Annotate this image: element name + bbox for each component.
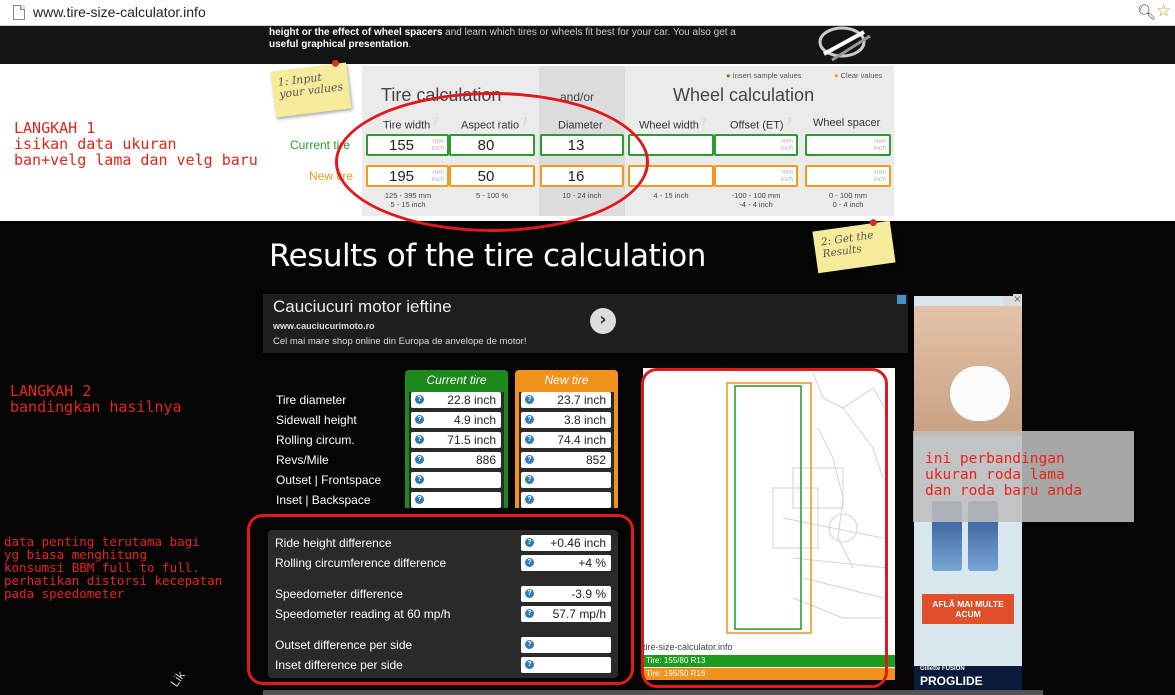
intro-bold-1: height or the effect of wheel spacers xyxy=(269,27,443,38)
current-revs-value: ? 886 xyxy=(411,452,501,468)
current-outset-value: ? xyxy=(411,472,501,488)
new-tire-tab: New tire xyxy=(515,370,618,390)
insert-sample-link[interactable]: ● Insert sample values xyxy=(726,71,801,80)
results-title: Results of the tire calculation xyxy=(269,238,706,274)
comparison-note: ini perbandingan ukuran roda lama dan ro… xyxy=(925,451,1083,499)
offset-range: -100 - 100 mm -4 - 4 inch xyxy=(731,191,781,209)
wheel-width-range: 4 - 15 inch xyxy=(653,191,689,200)
ad-site[interactable]: www.cauciucurimoto.ro xyxy=(273,321,375,331)
help-icon[interactable]: ? xyxy=(415,395,424,404)
current-inset-value: ? xyxy=(411,492,501,508)
bookmark-star-icon[interactable]: ☆ xyxy=(1156,1,1171,21)
help-icon[interactable]: ? xyxy=(525,495,534,504)
ad-cta-button[interactable]: AFLĂ MAI MULTE ACUM xyxy=(922,594,1014,624)
new-wheel-spacer-field[interactable]: mm inch xyxy=(805,165,891,187)
new-circum-value: ? 74.4 inch xyxy=(521,432,611,448)
help-icon[interactable]: ? xyxy=(415,435,424,444)
help-icon[interactable]: ? xyxy=(525,475,534,484)
sidewall-height-label: Sidewall height xyxy=(276,413,357,427)
url-text[interactable]: www.tire-size-calculator.info xyxy=(33,4,206,20)
help-icon[interactable]: ? xyxy=(415,495,424,504)
wheel-spacer-range: 0 - 100 mm 0 - 4 inch xyxy=(829,191,867,209)
revs-mile-label: Revs/Mile xyxy=(276,453,329,467)
tire-diameter-label: Tire diameter xyxy=(276,393,347,407)
current-wheel-spacer-field[interactable]: mm inch xyxy=(805,134,891,156)
help-icon[interactable]: ? xyxy=(415,415,424,424)
new-offset-field[interactable]: mm inch xyxy=(714,165,798,187)
new-sidewall-value: ? 3.8 inch xyxy=(521,412,611,428)
step-2-note: LANGKAH 2 bandingkan hasilnya xyxy=(10,382,182,416)
adchoices-icon[interactable] xyxy=(897,295,906,304)
new-revs-value: ? 852 xyxy=(521,452,611,468)
current-column-inner xyxy=(409,392,504,508)
current-circum-value: ? 71.5 inch xyxy=(411,432,501,448)
new-diameter-value: ? 23.7 inch xyxy=(521,392,611,408)
sticky-note-input: 1: Input your values xyxy=(270,59,352,118)
unit-mm-inch: mm inch xyxy=(780,138,793,152)
clear-values-link[interactable]: ● Clear values xyxy=(834,71,882,80)
horizontal-scrollbar[interactable] xyxy=(263,690,1043,695)
new-inset-value: ? xyxy=(521,492,611,508)
offset-header: Offset (ET)❔ xyxy=(730,117,794,132)
rolling-circum-label: Rolling circum. xyxy=(276,433,355,447)
wheel-width-header: Wheel width❔ xyxy=(639,117,709,132)
new-column-inner xyxy=(519,392,614,508)
ad-headline[interactable]: Cauciucuri motor ieftine xyxy=(273,297,452,317)
close-icon[interactable]: × xyxy=(1013,294,1022,306)
help-icon[interactable]: ? xyxy=(525,395,534,404)
site-header: height or the effect of wheel spacers an… xyxy=(0,26,1175,64)
unit-mm-inch: mm inch xyxy=(873,138,886,152)
page-icon xyxy=(13,5,25,20)
fuel-consumption-note: data penting terutama bagi yg biasa meng… xyxy=(4,534,223,601)
help-icon[interactable]: ? xyxy=(415,455,424,464)
adchoices-icon[interactable] xyxy=(1003,296,1013,306)
unit-mm-inch: mm inch xyxy=(873,169,886,183)
browser-address-bar[interactable]: www.tire-size-calculator.info 🔍︎ ☆ xyxy=(0,0,1175,26)
help-icon[interactable]: ? xyxy=(415,475,424,484)
ad-foam-shape xyxy=(950,366,1010,421)
current-tire-tab: Current tire xyxy=(405,370,508,390)
wheel-spacer-header: Wheel spacer xyxy=(813,117,881,129)
clear-values-label[interactable]: Clear values xyxy=(841,71,883,80)
orange-dot-icon: ● xyxy=(834,71,839,80)
current-diameter-value: ? 22.8 inch xyxy=(411,392,501,408)
inset-label: Inset | Backspace xyxy=(276,493,371,507)
help-icon[interactable]: ? xyxy=(525,435,534,444)
ad-brand-top: Gillette FUSION xyxy=(920,666,965,672)
annotation-box-visual xyxy=(641,368,888,688)
unit-mm-inch: mm inch xyxy=(780,169,793,183)
help-icon[interactable]: ❔ xyxy=(784,117,794,126)
new-outset-value: ? xyxy=(521,472,611,488)
annotation-circle-inputs xyxy=(335,92,649,232)
help-icon[interactable]: ? xyxy=(525,455,534,464)
step-1-note: LANGKAH 1 isikan data ukuran ban+velg la… xyxy=(14,119,258,169)
header-intro: height or the effect of wheel spacers an… xyxy=(269,27,809,51)
search-icon[interactable]: 🔍︎ xyxy=(1137,3,1156,21)
annotation-box-differences xyxy=(247,514,634,685)
intro-text-2: . xyxy=(408,39,412,50)
text-advertisement[interactable]: Cauciucuri motor ieftine www.cauciucurim… xyxy=(263,294,908,353)
outset-label: Outset | Frontspace xyxy=(276,473,382,487)
help-icon[interactable]: ❔ xyxy=(699,117,709,126)
ad-go-arrow-icon[interactable]: › xyxy=(590,308,616,334)
ad-brand-name: PROGLIDE xyxy=(920,674,983,688)
ad-description: Cel mai mare shop online din Europa de a… xyxy=(273,336,527,347)
help-icon[interactable]: ? xyxy=(525,415,534,424)
current-sidewall-value: ? 4.9 inch xyxy=(411,412,501,428)
intro-text-1: and learn which tires or wheels fit best… xyxy=(442,27,736,38)
green-dot-icon: ● xyxy=(726,71,731,80)
site-logo-icon xyxy=(818,26,871,62)
current-offset-field[interactable]: mm inch xyxy=(714,134,798,156)
insert-sample-label[interactable]: Insert sample values xyxy=(733,71,802,80)
intro-bold-2: useful graphical presentation xyxy=(269,39,409,50)
wheel-calculation-title: Wheel calculation xyxy=(673,85,815,105)
